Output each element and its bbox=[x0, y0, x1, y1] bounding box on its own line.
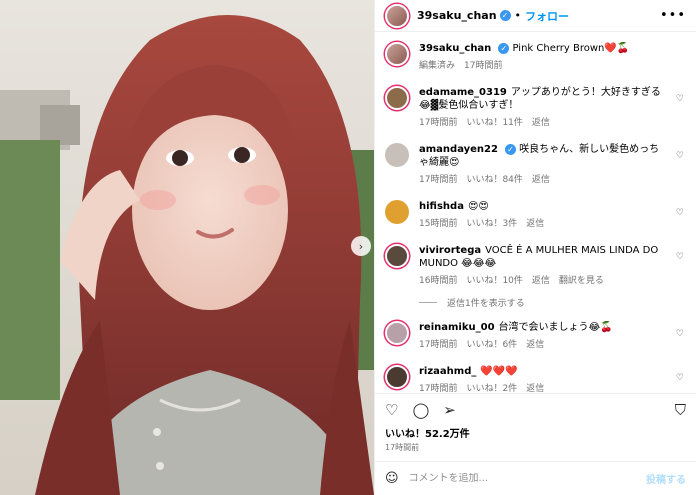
comment-likes[interactable]: いいね！84件 bbox=[466, 175, 522, 185]
reply-button[interactable]: 返信 bbox=[526, 384, 544, 393]
reply-button[interactable]: 返信 bbox=[532, 175, 550, 185]
comment-username[interactable]: reinamiku_00 bbox=[419, 322, 495, 333]
comment-time: 17時間前 bbox=[419, 175, 458, 185]
comment-icon[interactable]: ◯ bbox=[412, 401, 429, 419]
comment-item: rizaahmd_ ❤️❤️❤️ 17時間前 いいね！2件 返信 ♡ bbox=[385, 365, 686, 393]
comment-likes[interactable]: いいね！11件 bbox=[466, 118, 522, 128]
avatar[interactable] bbox=[385, 143, 409, 167]
comment-item: amandayen22 ✓ 咲良ちゃん、新しい髪色めっちゃ綺麗😍 17時間前 いいね… bbox=[385, 143, 686, 187]
caption-username[interactable]: 39saku_chan bbox=[419, 43, 491, 54]
reply-button[interactable]: 返信 bbox=[532, 118, 550, 128]
reply-button[interactable]: 返信 bbox=[526, 219, 544, 229]
avatar[interactable] bbox=[385, 365, 409, 389]
comment-username[interactable]: amandayen22 bbox=[419, 144, 498, 155]
comment-likes[interactable]: いいね！10件 bbox=[466, 276, 522, 286]
caption-time: 17時間前 bbox=[464, 61, 503, 71]
separator-dot: • bbox=[514, 9, 522, 22]
comment-time: 17時間前 bbox=[419, 118, 458, 128]
view-replies-button[interactable]: 返信1件を表示する bbox=[419, 296, 686, 309]
verified-icon: ✓ bbox=[498, 42, 510, 54]
comment-input[interactable] bbox=[408, 473, 646, 484]
post-image bbox=[0, 0, 374, 495]
heart-icon[interactable]: ♡ bbox=[676, 252, 684, 262]
avatar[interactable] bbox=[385, 86, 409, 110]
comment-item: reinamiku_00 台湾で会いましょう😂🍒 17時間前 いいね！6件 返信 ♡ bbox=[385, 321, 686, 352]
comment-time: 16時間前 bbox=[419, 276, 458, 286]
comment-likes[interactable]: いいね！3件 bbox=[466, 219, 517, 229]
avatar[interactable] bbox=[385, 42, 409, 66]
add-comment-bar: ☺ 投稿する bbox=[375, 461, 696, 495]
comment-username[interactable]: vivirortega bbox=[419, 245, 481, 256]
header-username[interactable]: 39saku_chan bbox=[417, 9, 497, 22]
bookmark-icon[interactable]: ⛉ bbox=[675, 401, 686, 419]
comment-text: 😍😍 bbox=[467, 201, 489, 212]
comment-username[interactable]: hifishda bbox=[419, 201, 464, 212]
reply-button[interactable]: 返信 bbox=[526, 340, 544, 350]
verified-icon: ✓ bbox=[504, 143, 516, 155]
share-icon[interactable]: ➢ bbox=[443, 401, 456, 419]
comment-username[interactable]: rizaahmd_ bbox=[419, 366, 476, 377]
comment-text: 台湾で会いましょう😂🍒 bbox=[498, 322, 613, 333]
comment-time: 17時間前 bbox=[419, 340, 458, 350]
post-header: 39saku_chan ✓ • フォロー ••• bbox=[375, 0, 696, 32]
comment-text: ❤️❤️❤️ bbox=[480, 366, 518, 377]
post-button[interactable]: 投稿する bbox=[646, 471, 686, 486]
heart-icon[interactable]: ♡ bbox=[676, 329, 684, 339]
avatar[interactable] bbox=[385, 244, 409, 268]
follow-button[interactable]: フォロー bbox=[525, 8, 569, 24]
action-bar: ♡ ◯ ➢ ⛉ bbox=[375, 393, 696, 425]
comment-time: 15時間前 bbox=[419, 219, 458, 229]
comment-likes[interactable]: いいね！2件 bbox=[466, 384, 517, 393]
heart-icon[interactable]: ♡ bbox=[676, 373, 684, 383]
post-time: 17時間前 bbox=[385, 443, 420, 452]
comment-item: edamame_0319 アップありがとう！大好きすぎる😂▓髪色似合いすぎ！ 17… bbox=[385, 86, 686, 130]
chevron-right-icon[interactable]: › bbox=[351, 236, 371, 256]
comments-list[interactable]: 39saku_chan ✓ Pink Cherry Brown❤️🍒 編集済み 17… bbox=[375, 32, 696, 393]
heart-icon[interactable]: ♡ bbox=[385, 401, 398, 419]
comment-item: hifishda 😍😍 15時間前 いいね！3件 返信 ♡ bbox=[385, 200, 686, 231]
heart-icon[interactable]: ♡ bbox=[676, 208, 684, 218]
avatar[interactable] bbox=[385, 3, 409, 28]
translate-button[interactable]: 翻訳を見る bbox=[559, 276, 604, 286]
heart-icon[interactable]: ♡ bbox=[676, 151, 684, 161]
avatar[interactable] bbox=[385, 200, 409, 224]
comment-likes[interactable]: いいね！6件 bbox=[466, 340, 517, 350]
caption: 39saku_chan ✓ Pink Cherry Brown❤️🍒 編集済み 17… bbox=[385, 42, 686, 73]
comment-time: 17時間前 bbox=[419, 384, 458, 393]
caption-text: Pink Cherry Brown❤️🍒 bbox=[512, 43, 630, 54]
edited-label: 編集済み bbox=[419, 61, 456, 71]
more-icon[interactable]: ••• bbox=[660, 8, 686, 23]
post-side-panel: 39saku_chan ✓ • フォロー ••• 39saku_chan ✓ Pi… bbox=[374, 0, 696, 495]
verified-icon: ✓ bbox=[499, 10, 511, 21]
avatar[interactable] bbox=[385, 321, 409, 345]
comment-username[interactable]: edamame_0319 bbox=[419, 87, 507, 98]
reply-button[interactable]: 返信 bbox=[532, 276, 550, 286]
post-photo[interactable]: › bbox=[0, 0, 374, 495]
likes-count[interactable]: いいね！52.2万件 bbox=[375, 425, 696, 440]
post-viewer: › 39saku_chan ✓ • フォロー ••• 39saku_chan ✓ … bbox=[0, 0, 696, 495]
heart-icon[interactable]: ♡ bbox=[676, 94, 684, 104]
comment-item: vivirortega VOCÊ É A MULHER MAIS LINDA DO… bbox=[385, 244, 686, 288]
emoji-icon[interactable]: ☺ bbox=[385, 471, 399, 486]
